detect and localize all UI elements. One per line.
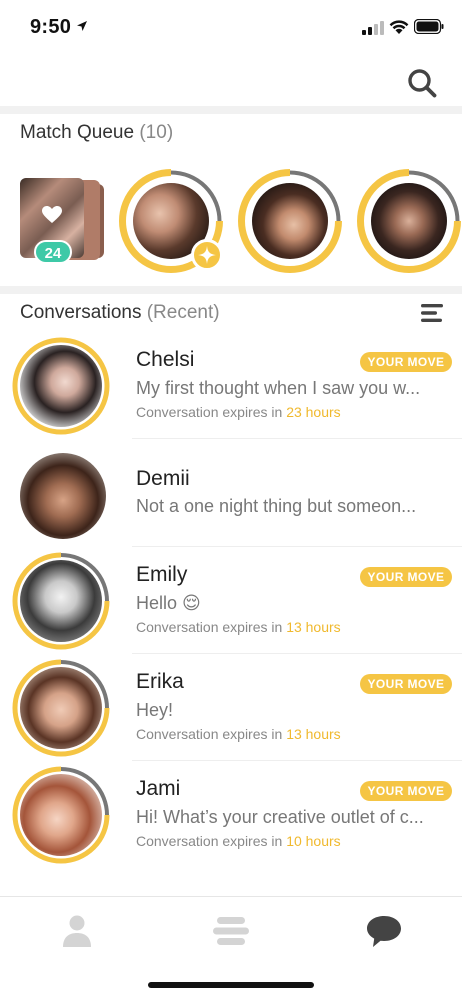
avatar-photo <box>371 183 447 259</box>
avatar <box>12 766 110 864</box>
search-icon[interactable] <box>406 67 438 99</box>
conversation-row[interactable]: Chelsi My first thought when I saw you w… <box>0 332 462 439</box>
status-bar: 9:50 <box>0 0 462 50</box>
contact-name: Erika <box>136 670 184 693</box>
conversations-filter-label: (Recent) <box>146 302 220 323</box>
expiry-hours: 10 hours <box>286 833 341 849</box>
avatar <box>12 659 110 757</box>
match-queue-title: Match Queue (10) <box>20 122 173 144</box>
expiry-hours: 13 hours <box>286 619 341 635</box>
contact-name: Jami <box>136 777 181 800</box>
conversations-title: Conversations (Recent) <box>20 302 220 324</box>
expiry-text: Conversation expires in 13 hours <box>136 619 341 635</box>
conversation-row[interactable]: Emily Hello 😌 Conversation expires in 13… <box>0 547 462 654</box>
match-queue-label: Match Queue <box>20 122 135 143</box>
expiry-prefix: Conversation expires in <box>136 833 283 849</box>
match-queue-stack[interactable]: 24 <box>20 178 104 266</box>
profile-icon[interactable] <box>57 911 97 951</box>
signal-icon <box>362 21 384 35</box>
match-queue-count: (10) <box>139 122 174 143</box>
sparkle-icon <box>198 246 216 264</box>
message-preview: My first thought when I saw you w... <box>136 378 421 398</box>
battery-icon <box>414 19 444 34</box>
location-arrow-icon <box>77 21 87 31</box>
expiry-prefix: Conversation expires in <box>136 726 283 742</box>
expiry-text: Conversation expires in 23 hours <box>136 404 341 420</box>
message-preview: Hello 😌 <box>136 593 201 613</box>
wifi-icon <box>389 20 409 34</box>
star-badge <box>191 239 223 271</box>
contact-name: Demii <box>136 467 190 490</box>
avatar-photo <box>252 183 328 259</box>
conversations-label: Conversations <box>20 302 142 323</box>
avatar-photo <box>20 774 102 856</box>
expiry-hours: 13 hours <box>286 726 341 742</box>
queue-avatar-1[interactable] <box>119 169 223 273</box>
avatar <box>12 552 110 650</box>
contact-name: Chelsi <box>136 348 195 371</box>
heart-icon <box>42 206 62 223</box>
avatar-photo <box>20 345 102 427</box>
conversation-row[interactable]: Erika Hey! Conversation expires in 13 ho… <box>0 654 462 761</box>
your-move-badge: YOUR MOVE <box>360 674 452 694</box>
avatar-photo <box>20 560 102 642</box>
avatar-photo <box>20 667 102 749</box>
your-move-badge: YOUR MOVE <box>360 352 452 372</box>
message-preview: Not a one night thing but someon... <box>136 496 417 516</box>
status-time: 9:50 <box>30 16 72 38</box>
message-preview: Hey! <box>136 700 174 720</box>
expiry-hours: 23 hours <box>286 404 341 420</box>
queue-avatar-2[interactable] <box>238 169 342 273</box>
section-divider <box>0 106 462 114</box>
avatar <box>12 445 110 543</box>
expiry-prefix: Conversation expires in <box>136 619 283 635</box>
chat-icon[interactable] <box>364 911 404 951</box>
contact-name: Emily <box>136 563 188 586</box>
expiry-text: Conversation expires in 10 hours <box>136 833 341 849</box>
expiry-text: Conversation expires in 13 hours <box>136 726 341 742</box>
expiry-prefix: Conversation expires in <box>136 404 283 420</box>
row-divider <box>132 438 462 439</box>
sort-icon[interactable] <box>421 304 443 322</box>
conversation-row[interactable]: Jami Hi! What’s your creative outlet of … <box>0 761 462 867</box>
section-divider <box>0 286 462 294</box>
match-queue-badge: 24 <box>34 240 72 264</box>
conversation-row[interactable]: Demii Not a one night thing but someon..… <box>0 440 462 547</box>
queue-avatar-3[interactable] <box>357 169 461 273</box>
home-indicator <box>148 982 314 988</box>
avatar <box>12 337 110 435</box>
message-preview: Hi! What’s your creative outlet of c... <box>136 807 424 827</box>
discover-icon[interactable] <box>211 911 251 951</box>
avatar-photo <box>20 453 106 539</box>
your-move-badge: YOUR MOVE <box>360 781 452 801</box>
your-move-badge: YOUR MOVE <box>360 567 452 587</box>
